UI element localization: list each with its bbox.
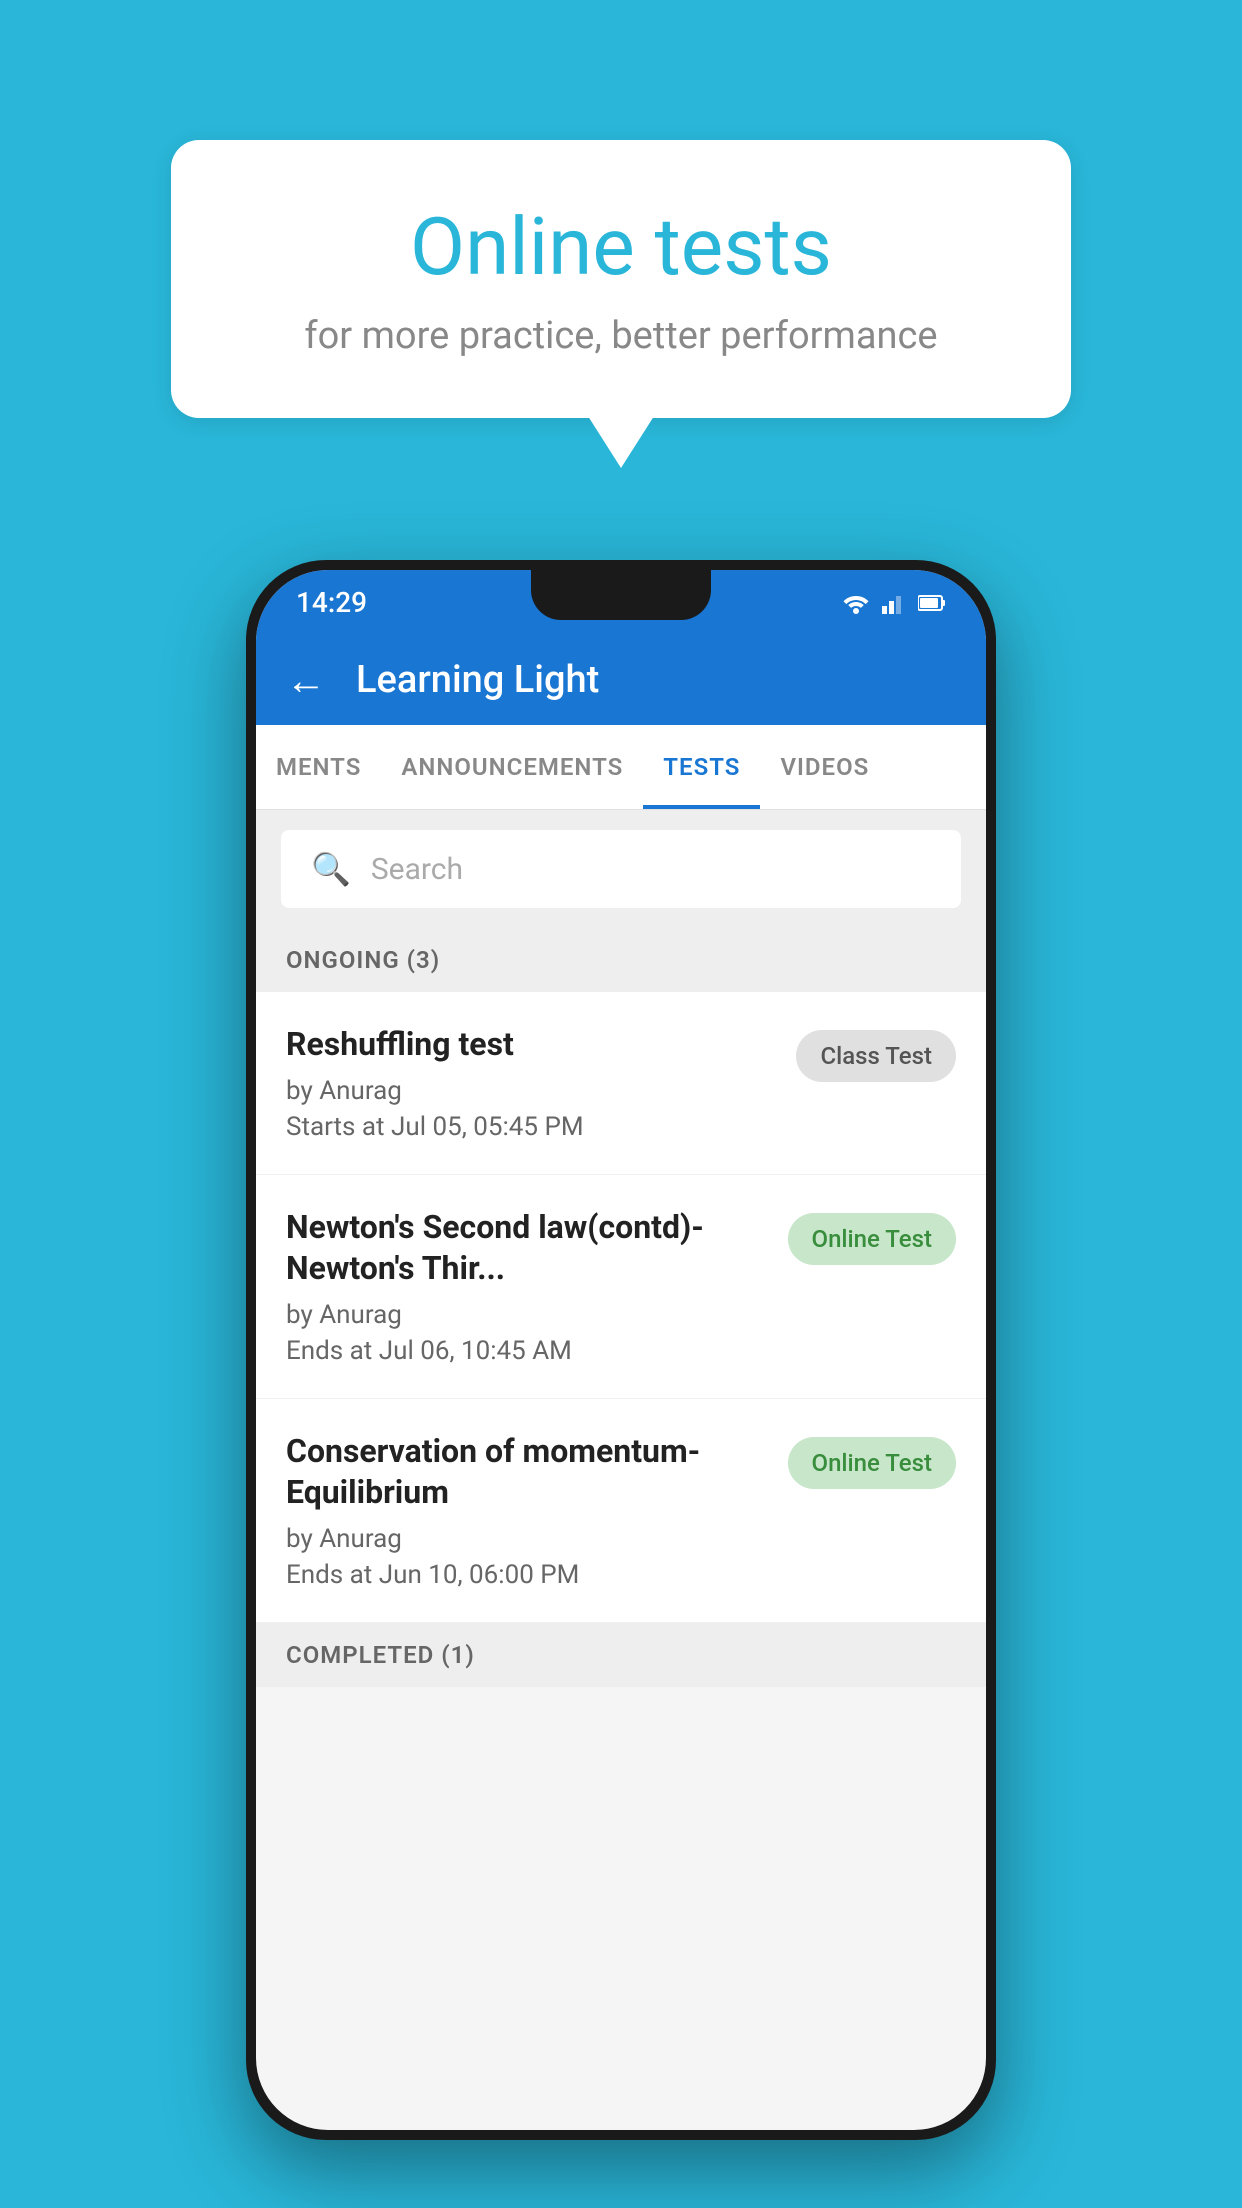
speech-bubble: Online tests for more practice, better p… xyxy=(171,140,1071,418)
search-container: 🔍 Search xyxy=(256,810,986,928)
tab-announcements[interactable]: ANNOUNCEMENTS xyxy=(381,725,643,809)
notch xyxy=(531,570,711,620)
search-bar[interactable]: 🔍 Search xyxy=(281,830,961,908)
test-time-2: Ends at Jul 06, 10:45 AM xyxy=(286,1336,768,1366)
signal-icon xyxy=(882,592,906,614)
badge-1: Class Test xyxy=(796,1030,956,1082)
phone-frame: 14:29 xyxy=(246,560,996,2140)
test-time-3: Ends at Jun 10, 06:00 PM xyxy=(286,1560,768,1590)
completed-section-header: COMPLETED (1) xyxy=(256,1623,986,1687)
status-icons xyxy=(842,592,946,614)
bubble-title: Online tests xyxy=(241,200,1001,294)
test-author-3: by Anurag xyxy=(286,1524,768,1554)
status-time: 14:29 xyxy=(296,586,367,619)
tab-ments[interactable]: MENTS xyxy=(256,725,381,809)
bubble-subtitle: for more practice, better performance xyxy=(241,314,1001,358)
test-author-2: by Anurag xyxy=(286,1300,768,1330)
test-info-3: Conservation of momentum-Equilibrium by … xyxy=(286,1431,788,1590)
test-name-2: Newton's Second law(contd)-Newton's Thir… xyxy=(286,1207,768,1290)
ongoing-title: ONGOING (3) xyxy=(286,946,440,974)
app-title: Learning Light xyxy=(356,658,599,702)
speech-bubble-container: Online tests for more practice, better p… xyxy=(171,140,1071,418)
test-name-3: Conservation of momentum-Equilibrium xyxy=(286,1431,768,1514)
badge-2: Online Test xyxy=(788,1213,956,1265)
test-author-1: by Anurag xyxy=(286,1076,776,1106)
tab-tests[interactable]: TESTS xyxy=(643,725,760,809)
test-info-1: Reshuffling test by Anurag Starts at Jul… xyxy=(286,1024,796,1142)
phone-screen: 14:29 xyxy=(256,570,986,2130)
ongoing-section-header: ONGOING (3) xyxy=(256,928,986,992)
test-item-3[interactable]: Conservation of momentum-Equilibrium by … xyxy=(256,1399,986,1623)
test-info-2: Newton's Second law(contd)-Newton's Thir… xyxy=(286,1207,788,1366)
status-bar: 14:29 xyxy=(256,570,986,635)
battery-icon xyxy=(918,592,946,614)
wifi-icon xyxy=(842,592,870,614)
back-button[interactable]: ← xyxy=(286,657,326,704)
test-item-2[interactable]: Newton's Second law(contd)-Newton's Thir… xyxy=(256,1175,986,1399)
tabs-container: MENTS ANNOUNCEMENTS TESTS VIDEOS xyxy=(256,725,986,810)
app-bar: ← Learning Light xyxy=(256,635,986,725)
search-icon: 🔍 xyxy=(311,850,351,888)
test-name-1: Reshuffling test xyxy=(286,1024,776,1066)
badge-3: Online Test xyxy=(788,1437,956,1489)
search-placeholder: Search xyxy=(371,852,463,887)
test-time-1: Starts at Jul 05, 05:45 PM xyxy=(286,1112,776,1142)
test-item-1[interactable]: Reshuffling test by Anurag Starts at Jul… xyxy=(256,992,986,1175)
tab-videos[interactable]: VIDEOS xyxy=(760,725,889,809)
completed-title: COMPLETED (1) xyxy=(286,1641,475,1669)
